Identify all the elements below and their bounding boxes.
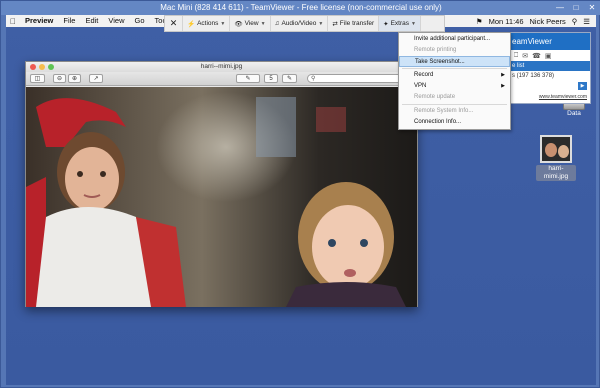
partner-list-row[interactable]: e list	[510, 61, 590, 71]
partner-row[interactable]: s (197 136 378)	[510, 71, 590, 81]
image-thumbnail-icon	[540, 135, 572, 163]
window-titlebar: Mac Mini (828 414 611) - TeamViewer - Fr…	[1, 1, 600, 15]
traffic-lights	[30, 64, 54, 70]
preview-window: harri--mimi.jpg ◫ ⊖ ⊕ ↗ ✎ 5 ✎ ⚲	[25, 61, 418, 307]
minimize-dot-icon[interactable]	[39, 64, 45, 70]
share-icon[interactable]: ↗	[89, 74, 103, 83]
menu-remote-update[interactable]: Remote update	[399, 92, 510, 103]
close-dot-icon[interactable]	[30, 64, 36, 70]
view-button[interactable]: 👁 View ▼	[230, 16, 271, 31]
menu-separator	[402, 104, 507, 105]
chat-icon[interactable]: ✉	[522, 52, 528, 60]
window-title: Mac Mini (828 414 611) - TeamViewer - Fr…	[160, 3, 442, 12]
zoom-dot-icon[interactable]	[48, 64, 54, 70]
window-controls: — □ ✕	[553, 2, 599, 13]
chevron-right-icon: ▶	[501, 83, 505, 89]
chevron-right-icon: ▶	[501, 72, 505, 78]
teamviewer-toolbar: ✕ ⚡ Actions ▼ 👁 View ▼ ♫ Audio/Video ▼ ⇄…	[164, 15, 445, 32]
menu-invite[interactable]: Invite additional participant...	[399, 34, 510, 45]
edit-toolbar-icon[interactable]: ✎	[282, 74, 297, 83]
teamviewer-panel: eamViewer ⎕ ✉ ☎ ▣ e list s (197 136 378)…	[509, 32, 591, 104]
user-name[interactable]: Nick Peers	[530, 17, 566, 26]
markup-pen-icon[interactable]: ✎	[236, 74, 260, 83]
close-icon[interactable]: ✕	[585, 2, 599, 13]
transfer-icon: ⇄	[332, 20, 338, 28]
jpg-file[interactable]: harri- mimi.jpg	[536, 135, 576, 181]
teamviewer-link[interactable]: www.teamviewer.com	[539, 94, 587, 100]
chevron-down-icon: ▼	[220, 20, 226, 27]
menu-separator	[402, 68, 507, 69]
panel-brand: eamViewer	[512, 37, 552, 46]
menu-view[interactable]: View	[103, 15, 129, 27]
menu-connection-info[interactable]: Connection Info...	[399, 117, 510, 128]
phone-icon[interactable]: ☎	[532, 52, 541, 60]
menu-file[interactable]: File	[58, 15, 80, 27]
zoom-out-icon[interactable]: ⊖	[53, 74, 66, 83]
tools-icon: ✦	[383, 20, 389, 28]
lightning-icon: ⚡	[187, 20, 196, 28]
list-icon[interactable]: ☰	[583, 17, 590, 26]
file-icon[interactable]: ▣	[545, 52, 552, 60]
actions-button[interactable]: ⚡ Actions ▼	[183, 16, 231, 31]
eye-icon: 👁	[234, 20, 243, 28]
monitor-icon[interactable]: ⎕	[514, 52, 518, 60]
teamviewer-window: Mac Mini (828 414 611) - TeamViewer - Fr…	[0, 0, 600, 388]
preview-titlebar: harri--mimi.jpg	[26, 62, 417, 72]
sidebar-toggle-icon[interactable]: ◫	[30, 74, 45, 83]
preview-toolbar: ◫ ⊖ ⊕ ↗ ✎ 5 ✎ ⚲	[26, 72, 417, 86]
menu-vpn[interactable]: VPN ▶	[399, 81, 510, 92]
photo-image	[26, 87, 417, 307]
audio-video-button[interactable]: ♫ Audio/Video ▼	[271, 16, 329, 31]
zoom-in-icon[interactable]: ⊕	[68, 74, 81, 83]
page-number[interactable]: 5	[264, 74, 278, 83]
preview-title: harri--mimi.jpg	[200, 63, 243, 70]
extras-menu: Invite additional participant... Remote …	[398, 32, 511, 130]
go-icon[interactable]: ▶	[578, 82, 587, 90]
search-icon[interactable]: ⚲	[572, 17, 578, 26]
flag-icon[interactable]: ⚑	[476, 17, 483, 26]
screen: Mac Mini (828 414 611) - TeamViewer - Fr…	[0, 0, 600, 388]
menubar-status: ⚑ Mon 11:46 Nick Peers ⚲ ☰	[476, 15, 596, 27]
panel-icons: ⎕ ✉ ☎ ▣	[510, 50, 590, 61]
menu-edit[interactable]: Edit	[80, 15, 103, 27]
file-label: harri- mimi.jpg	[536, 165, 576, 181]
photo-view[interactable]	[26, 87, 417, 307]
panel-header: eamViewer	[510, 33, 590, 50]
chevron-down-icon: ▼	[411, 20, 416, 27]
menu-remote-system-info[interactable]: Remote System Info...	[399, 106, 510, 117]
close-session-icon[interactable]: ✕	[165, 16, 183, 31]
menu-preview[interactable]: Preview	[20, 15, 58, 27]
file-transfer-button[interactable]: ⇄ File transfer	[328, 16, 380, 31]
headset-icon: ♫	[274, 20, 280, 27]
minimize-icon[interactable]: —	[553, 2, 567, 13]
menu-record[interactable]: Record ▶	[399, 70, 510, 81]
chevron-down-icon: ▼	[318, 20, 324, 27]
menu-take-screenshot[interactable]: Take Screenshot...	[399, 56, 510, 67]
data-drive-label: Data	[567, 110, 581, 117]
menu-go[interactable]: Go	[130, 15, 150, 27]
apple-icon[interactable]: 	[6, 17, 20, 26]
menu-remote-printing[interactable]: Remote printing	[399, 45, 510, 56]
chevron-down-icon: ▼	[260, 20, 266, 27]
extras-button[interactable]: ✦ Extras ▼	[379, 16, 421, 31]
maximize-icon[interactable]: □	[569, 2, 583, 13]
clock[interactable]: Mon 11:46	[489, 17, 524, 26]
